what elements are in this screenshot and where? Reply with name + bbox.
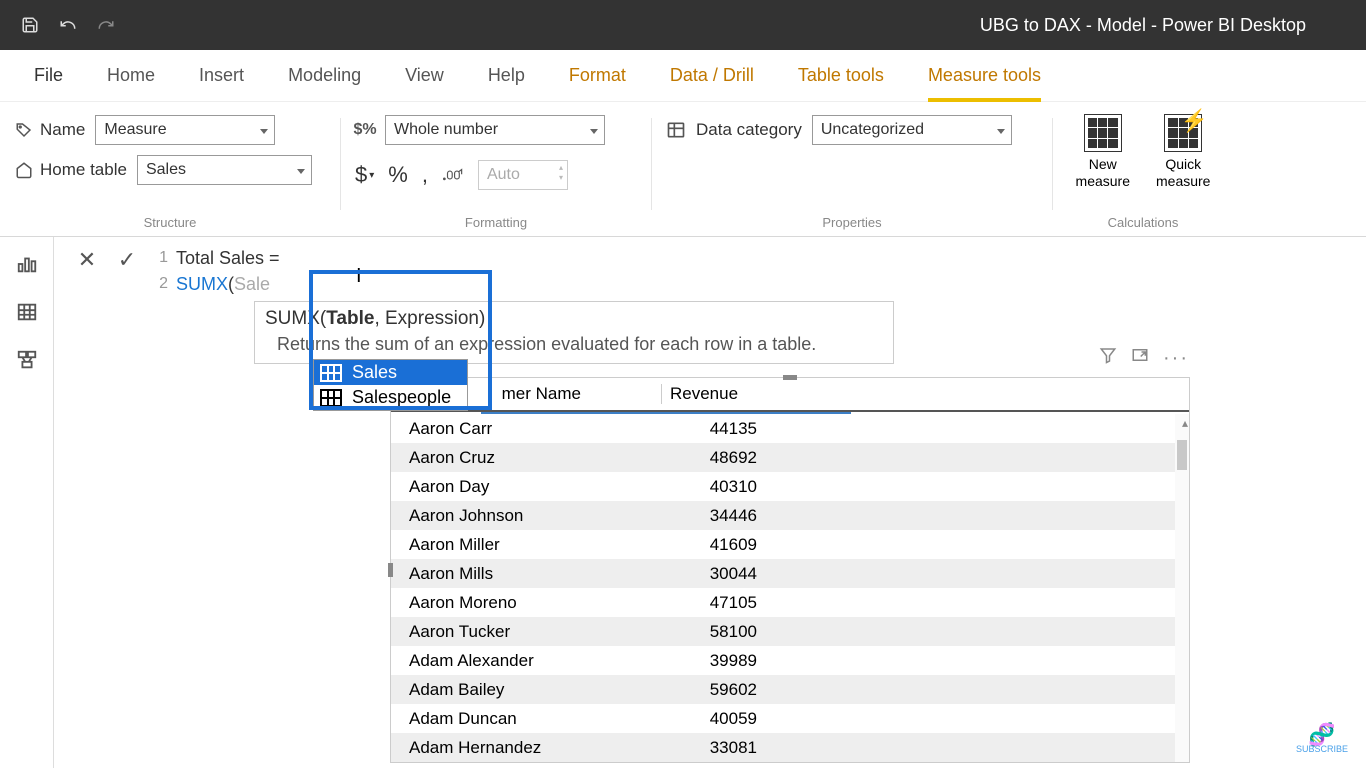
name-input[interactable]: Measure <box>95 115 275 145</box>
save-icon[interactable] <box>20 15 40 35</box>
resize-handle[interactable] <box>388 563 393 577</box>
data-view-button[interactable] <box>12 299 42 325</box>
group-label-calculations: Calculations <box>1067 211 1219 236</box>
column-header-revenue[interactable]: Revenue <box>661 384 771 404</box>
table-row[interactable]: Aaron Tucker58100 <box>391 617 1189 646</box>
ribbon-tab-measure-tools[interactable]: Measure tools <box>906 50 1063 102</box>
table-row[interactable]: Adam Duncan40059 <box>391 704 1189 733</box>
new-measure-button[interactable]: New measure <box>1068 114 1138 190</box>
comma-button[interactable]: , <box>422 162 428 188</box>
table-row[interactable]: Aaron Carr44135 <box>391 414 1189 443</box>
ribbon: Name Measure Home table Sales Structure <box>0 102 1366 237</box>
intellisense-item-label: Sales <box>352 362 397 383</box>
subscribe-watermark: 🧬 SUBSCRIBE <box>1296 726 1348 754</box>
group-label-properties: Properties <box>666 211 1038 236</box>
home-table-select[interactable]: Sales <box>137 155 312 185</box>
cancel-formula-button[interactable]: ✕ <box>72 245 102 275</box>
ribbon-tab-help[interactable]: Help <box>466 50 547 102</box>
currency-button[interactable]: $▾ <box>355 162 374 188</box>
ribbon-tab-insert[interactable]: Insert <box>177 50 266 102</box>
formula-bar: ✕ ✓ 1 Total Sales = 2 SUMX( Sale <box>72 245 1146 297</box>
decimal-places-input[interactable]: Auto ▴▾ <box>478 160 568 190</box>
filter-icon[interactable] <box>1099 346 1117 370</box>
intellisense-item-label: Salespeople <box>352 387 451 408</box>
table-row[interactable]: Aaron Moreno47105 <box>391 588 1189 617</box>
scrollbar-thumb[interactable] <box>1177 440 1187 470</box>
calculator-icon <box>1084 114 1122 152</box>
percent-button[interactable]: % <box>388 162 408 188</box>
home-icon <box>14 160 34 180</box>
decimal-button[interactable] <box>442 166 464 184</box>
format-icon: $% <box>355 120 375 140</box>
tag-icon <box>14 120 34 140</box>
table-row[interactable]: Aaron Mills30044 <box>391 559 1189 588</box>
table-header: mer Name Revenue <box>391 378 1189 412</box>
quick-measure-button[interactable]: ⚡ Quick measure <box>1148 114 1218 190</box>
table-icon <box>320 364 342 382</box>
more-options-icon[interactable]: ··· <box>1163 347 1189 370</box>
intellisense-item[interactable]: Salespeople <box>314 385 467 410</box>
intellisense-tooltip: SUMX(Table, Expression) Returns the sum … <box>254 301 894 364</box>
window-title: UBG to DAX - Model - Power BI Desktop <box>116 15 1346 36</box>
commit-formula-button[interactable]: ✓ <box>112 245 142 275</box>
intellisense-list: Sales Salespeople <box>313 359 468 411</box>
table-row[interactable]: Adam Bailey59602 <box>391 675 1189 704</box>
name-label: Name <box>14 120 85 140</box>
table-icon <box>320 389 342 407</box>
formula-editor[interactable]: 1 Total Sales = 2 SUMX( Sale <box>152 245 1146 297</box>
table-row[interactable]: Adam Hernandez33081 <box>391 733 1189 762</box>
ribbon-tab-modeling[interactable]: Modeling <box>266 50 383 102</box>
model-view-button[interactable] <box>12 347 42 373</box>
ribbon-tab-table-tools[interactable]: Table tools <box>776 50 906 102</box>
ribbon-tab-view[interactable]: View <box>383 50 466 102</box>
titlebar: UBG to DAX - Model - Power BI Desktop <box>0 0 1366 50</box>
format-select[interactable]: Whole number <box>385 115 605 145</box>
table-row[interactable]: Aaron Day40310 <box>391 472 1189 501</box>
dna-icon: 🧬 <box>1296 726 1348 744</box>
table-visual[interactable]: ··· mer Name Revenue Aaron Carr44135Aaro… <box>390 377 1190 763</box>
ribbon-tabs: FileHomeInsertModelingViewHelpFormatData… <box>0 50 1366 102</box>
focus-mode-icon[interactable] <box>1131 346 1149 370</box>
table-row[interactable]: Adam Alexander39989 <box>391 646 1189 675</box>
resize-handle[interactable] <box>783 375 797 380</box>
table-row[interactable]: Aaron Cruz48692 <box>391 443 1189 472</box>
category-icon <box>666 120 686 140</box>
table-row[interactable]: Aaron Johnson34446 <box>391 501 1189 530</box>
group-label-formatting: Formatting <box>355 211 637 236</box>
ribbon-tab-file[interactable]: File <box>12 50 85 102</box>
data-category-label: Data category <box>696 120 802 140</box>
table-row[interactable]: Aaron Miller41609 <box>391 530 1189 559</box>
scrollbar[interactable]: ▴ <box>1175 414 1189 762</box>
ribbon-tab-home[interactable]: Home <box>85 50 177 102</box>
undo-icon[interactable] <box>58 15 78 35</box>
data-category-select[interactable]: Uncategorized <box>812 115 1012 145</box>
redo-icon[interactable] <box>96 15 116 35</box>
view-rail <box>0 237 54 768</box>
intellisense-item[interactable]: Sales <box>314 360 467 385</box>
ribbon-tab-format[interactable]: Format <box>547 50 648 102</box>
lightning-icon: ⚡ <box>1181 108 1208 134</box>
home-table-label: Home table <box>14 160 127 180</box>
report-view-button[interactable] <box>12 251 42 277</box>
group-label-structure: Structure <box>14 211 326 236</box>
ribbon-tab-data-drill[interactable]: Data / Drill <box>648 50 776 102</box>
